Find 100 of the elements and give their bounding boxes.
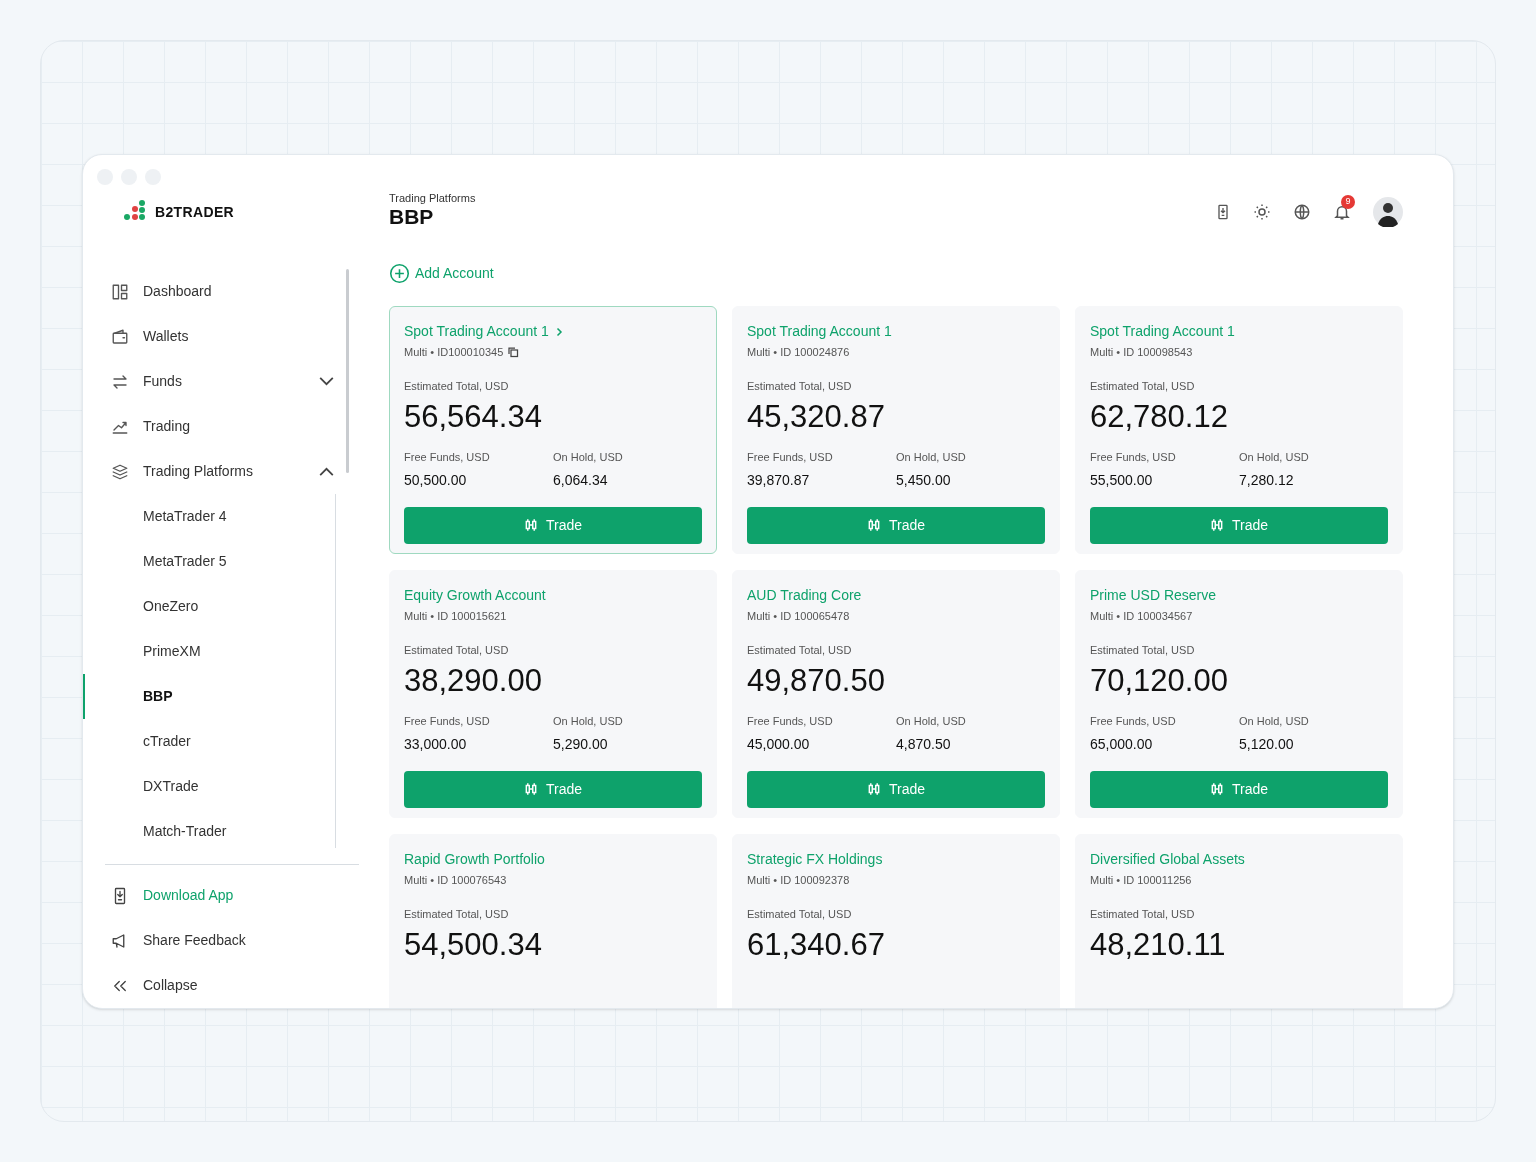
total-amount: 54,500.34 [404,926,543,964]
notification-badge: 9 [1341,195,1355,209]
account-name[interactable]: Spot Trading Account 1 [404,321,549,342]
trade-button[interactable]: Trade [747,770,1045,808]
account-id: Multi • ID 100011256 [1090,873,1192,888]
on-hold-value: 5,450.00 [896,470,952,490]
on-hold-label: On Hold, USD [1239,714,1310,729]
on-hold-label: On Hold, USD [553,714,624,729]
nav-item[interactable]: Dashboard [97,269,344,314]
total-amount: 56,564.34 [404,398,543,436]
on-hold-value: 6,064.34 [553,470,609,490]
on-hold-label: On Hold, USD [896,714,967,729]
total-label: Estimated Total, USD [747,906,853,922]
candlestick-icon [866,782,881,796]
brand-name: B2TRADER [155,202,235,222]
trade-button[interactable]: Trade [404,506,702,544]
wallet-icon [111,327,129,346]
account-id: Multi • ID 100092378 [747,873,850,888]
free-funds-value: 65,000.00 [1090,734,1154,754]
candlestick-icon [523,518,538,532]
account-id: Multi • ID 100076543 [404,873,507,888]
nav-item[interactable]: Trading Platforms [97,449,344,494]
account-name[interactable]: Diversified Global Assets [1090,849,1245,870]
total-label: Estimated Total, USD [404,378,510,394]
on-hold-value: 7,280.12 [1239,470,1295,490]
account-name[interactable]: Spot Trading Account 1 [747,321,892,342]
free-funds-value: 55,500.00 [1090,470,1154,490]
trade-button[interactable]: Trade [1090,770,1388,808]
footer-item[interactable]: Share Feedback [97,918,389,963]
free-funds-label: Free Funds, USD [747,714,834,729]
total-label: Estimated Total, USD [404,906,510,922]
nav-item[interactable]: Funds [97,359,344,404]
submenu-item[interactable]: OneZero [83,584,344,629]
account-name[interactable]: Prime USD Reserve [1090,585,1217,606]
breadcrumb[interactable]: Trading Platforms [389,193,476,204]
trade-button[interactable]: Trade [404,770,702,808]
account-id: Multi • ID 100024876 [747,345,850,360]
total-amount: 49,870.50 [747,662,886,700]
layers-icon [111,462,129,481]
trade-button[interactable]: Trade [1090,506,1388,544]
free-funds-label: Free Funds, USD [747,450,834,465]
on-hold-value: 5,290.00 [553,734,609,754]
total-label: Estimated Total, USD [1090,642,1196,658]
candlestick-icon [1209,782,1224,796]
candlestick-icon [1209,518,1224,532]
account-name[interactable]: AUD Trading Core [747,585,862,606]
submenu-item[interactable]: PrimeXM [83,629,344,674]
account-name[interactable]: Strategic FX Holdings [747,849,883,870]
total-amount: 38,290.00 [404,662,543,700]
account-id: Multi • ID 100015621 [404,609,507,624]
total-amount: 62,780.12 [1090,398,1229,436]
on-hold-label: On Hold, USD [1239,450,1310,465]
free-funds-value: 33,000.00 [404,734,468,754]
footer-item[interactable]: Collapse [97,963,389,1008]
footer-item[interactable]: Download App [97,873,389,918]
total-amount: 61,340.67 [747,926,886,964]
on-hold-value: 5,120.00 [1239,734,1295,754]
total-label: Estimated Total, USD [747,642,853,658]
on-hold-label: On Hold, USD [896,450,967,465]
submenu-item[interactable]: MetaTrader 4 [83,494,344,539]
plus-circle-icon [389,263,410,284]
free-funds-value: 45,000.00 [747,734,811,754]
nav-item[interactable]: Wallets [97,314,344,359]
avatar[interactable] [1373,197,1403,227]
free-funds-label: Free Funds, USD [404,714,491,729]
scrollbar[interactable] [346,269,349,473]
free-funds-label: Free Funds, USD [404,450,491,465]
add-account-button[interactable]: Add Account [389,263,494,284]
free-funds-value: 39,870.87 [747,470,811,490]
trade-button[interactable]: Trade [747,506,1045,544]
total-amount: 45,320.87 [747,398,886,436]
candlestick-icon [866,518,881,532]
total-amount: 70,120.00 [1090,662,1229,700]
free-funds-value: 50,500.00 [404,470,468,490]
free-funds-label: Free Funds, USD [1090,450,1177,465]
account-name[interactable]: Rapid Growth Portfolio [404,849,545,870]
submenu-item[interactable]: DXTrade [83,764,344,809]
bell-icon[interactable] [1333,203,1351,221]
account-id: Multi • ID 100034567 [1090,609,1193,624]
candlestick-icon [523,782,538,796]
chevron-up-icon [319,467,334,476]
account-id: Multi • ID 100098543 [1090,345,1193,360]
on-hold-value: 4,870.50 [896,734,952,754]
globe-icon[interactable] [1293,203,1311,221]
page-title: BBP [389,204,435,230]
total-label: Estimated Total, USD [404,642,510,658]
phone-download-icon[interactable] [1215,204,1231,220]
account-id: Multi • ID100010345 [404,345,504,360]
copy-icon[interactable] [507,346,520,359]
submenu-item[interactable]: MetaTrader 5 [83,539,344,584]
account-name[interactable]: Spot Trading Account 1 [1090,321,1235,342]
account-name[interactable]: Equity Growth Account [404,585,546,606]
submenu-item[interactable]: cTrader [83,719,344,764]
account-id: Multi • ID 100065478 [747,609,850,624]
dashboard-icon [111,282,129,301]
submenu-item[interactable]: Match-Trader [83,809,344,854]
total-amount: 48,210.11 [1090,926,1227,964]
sun-icon[interactable] [1253,203,1271,221]
on-hold-label: On Hold, USD [553,450,624,465]
nav-item[interactable]: Trading [97,404,344,449]
